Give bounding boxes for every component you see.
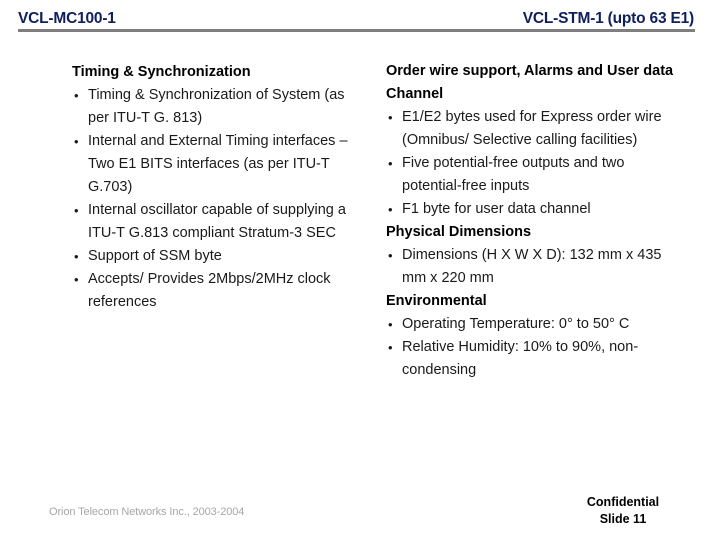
list-item: • Five potential-free outputs and two pot… (386, 152, 686, 198)
bullet-icon: • (388, 248, 393, 263)
bullet-icon: • (388, 156, 393, 171)
slide-footer: Confidential Slide 11 (573, 494, 673, 528)
list-item: • E1/E2 bytes used for Express order wire… (386, 106, 686, 152)
bullet-icon: • (388, 202, 393, 217)
header-divider (18, 29, 695, 32)
section-heading: Order wire support, Alarms and User data… (386, 63, 674, 102)
bullet-icon: • (74, 203, 79, 218)
section-heading: Physical Dimensions (386, 224, 532, 240)
section-heading: Environmental (386, 293, 487, 309)
bullet-icon: • (388, 340, 393, 355)
bullet-icon: • (74, 88, 79, 103)
list-item: • Timing & Synchronization of System (as … (72, 84, 352, 130)
right-column: Order wire support, Alarms and User data… (386, 60, 686, 382)
bullet-icon: • (74, 249, 79, 264)
bullet-icon: • (74, 272, 79, 287)
bullet-icon: • (74, 134, 79, 149)
list-item: • Accepts/ Provides 2Mbps/2MHz clock refe… (72, 268, 352, 314)
list-item: • Operating Temperature: 0° to 50° C (386, 313, 686, 336)
list-item: • Internal oscillator capable of supplyin… (72, 199, 352, 245)
bullet-icon: • (388, 110, 393, 125)
left-column: Timing & Synchronization • Timing & Synch… (72, 60, 352, 314)
section-heading: Timing & Synchronization (72, 64, 251, 80)
right-product-title: VCL-STM-1 (upto 63 E1) (522, 10, 694, 27)
left-product-title: VCL-MC100-1 (18, 10, 116, 27)
bullet-list: • E1/E2 bytes used for Express order wire… (386, 106, 686, 221)
section: Timing & Synchronization • Timing & Synch… (72, 61, 352, 314)
bullet-list: • Timing & Synchronization of System (as … (72, 84, 352, 314)
list-item: • Dimensions (H X W X D): 132 mm x 435 mm… (386, 244, 686, 290)
list-item: • Internal and External Timing interfaces… (72, 130, 352, 199)
list-item: • Support of SSM byte (72, 245, 352, 268)
section: Environmental • Operating Temperature: 0°… (386, 290, 686, 382)
section: Order wire support, Alarms and User data… (386, 60, 686, 221)
bullet-icon: • (388, 317, 393, 332)
bullet-list: • Operating Temperature: 0° to 50° C • Rel… (386, 313, 686, 382)
section: Physical Dimensions • Dimensions (H X W X… (386, 221, 686, 290)
confidential-label: Confidential (586, 495, 660, 509)
bullet-list: • Dimensions (H X W X D): 132 mm x 435 mm… (386, 244, 686, 290)
list-item: • F1 byte for user data channel (386, 198, 686, 221)
copyright-footer: Orion Telecom Networks Inc., 2003-2004 (49, 506, 245, 518)
slide-number: Slide 11 (599, 512, 647, 526)
list-item: • Relative Humidity: 10% to 90%, non-cond… (386, 336, 686, 382)
